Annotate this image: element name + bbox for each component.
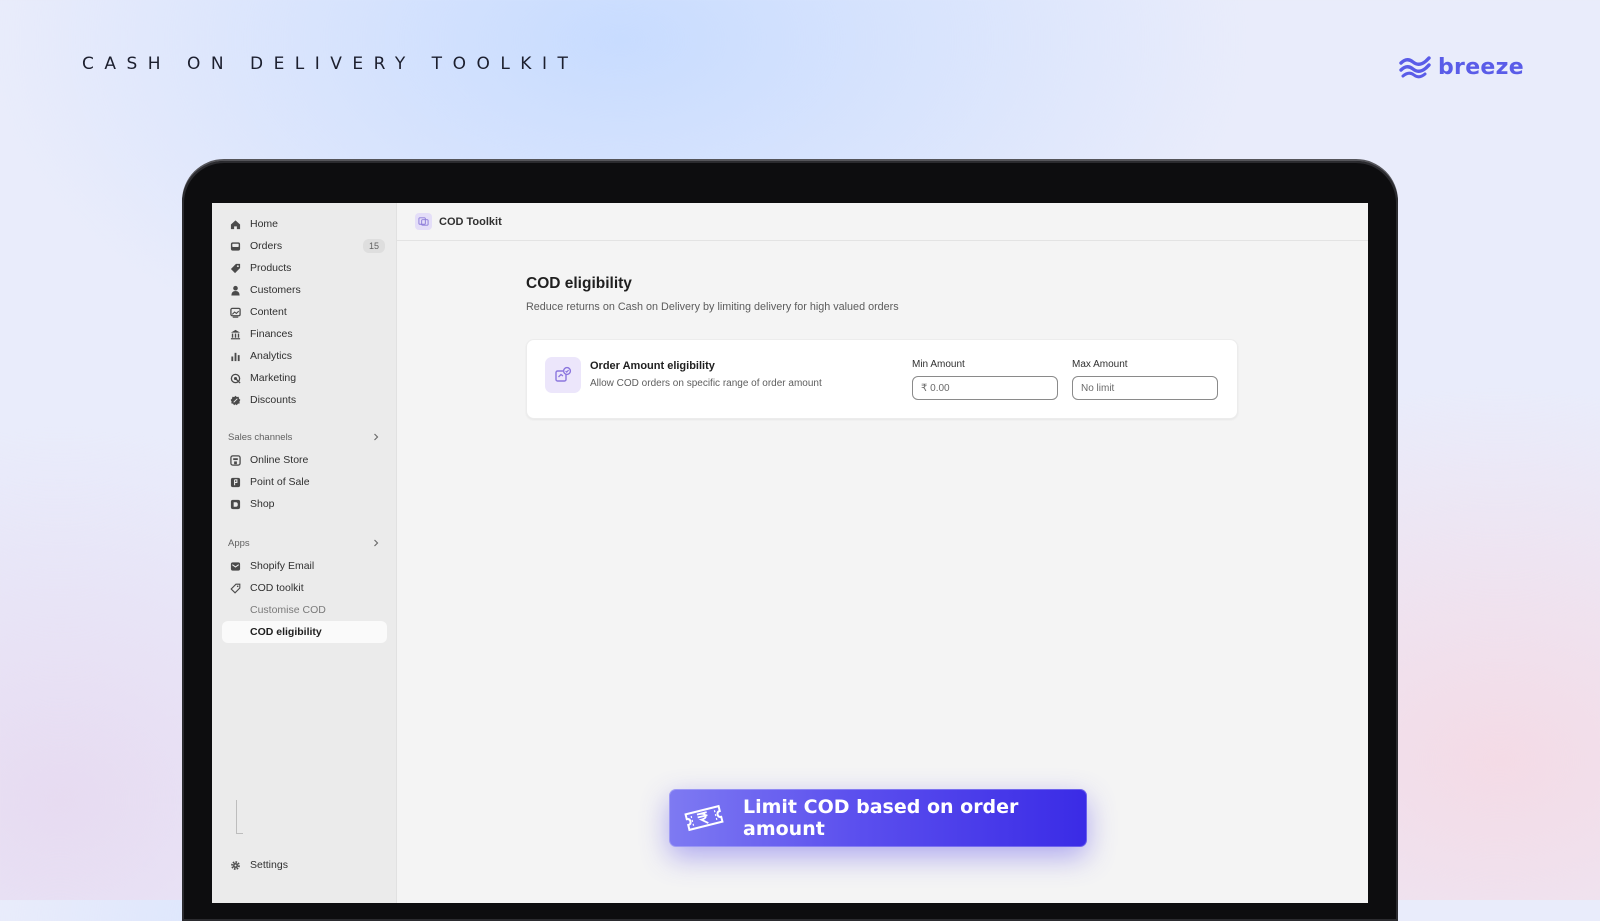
sidebar-item-orders[interactable]: Orders 15 xyxy=(222,235,387,257)
sidebar-item-label: Settings xyxy=(250,859,288,871)
cod-toolkit-app-icon xyxy=(415,213,432,230)
sales-channels-header[interactable]: Sales channels xyxy=(228,429,380,445)
page-subtitle: Reduce returns on Cash on Delivery by li… xyxy=(526,301,899,313)
shop-icon xyxy=(229,498,241,510)
sidebar-item-home[interactable]: Home xyxy=(222,213,387,235)
min-amount-label: Min Amount xyxy=(912,359,965,370)
brand-name: breeze xyxy=(1438,54,1524,80)
sidebar-item-analytics[interactable]: Analytics xyxy=(222,345,387,367)
sidebar-item-shop[interactable]: Shop xyxy=(222,493,387,515)
card-description: Allow COD orders on specific range of or… xyxy=(590,378,822,389)
chevron-right-icon xyxy=(374,539,379,547)
sidebar-subitem-customise-cod[interactable]: Customise COD xyxy=(222,599,387,621)
tree-connector-line xyxy=(236,800,237,834)
image-icon xyxy=(229,306,241,318)
sidebar-item-label: Shop xyxy=(250,498,275,510)
sidebar-subitem-label: Customise COD xyxy=(250,604,326,616)
promo-banner: Limit COD based on order amount xyxy=(669,789,1087,847)
page-title: COD eligibility xyxy=(526,275,632,292)
sidebar-item-online-store[interactable]: Online Store xyxy=(222,449,387,471)
headline: CASH ON DELIVERY TOOLKIT xyxy=(82,54,579,74)
wave-logo-icon xyxy=(1399,56,1431,79)
app-topbar: COD Toolkit xyxy=(397,203,1368,241)
pos-icon xyxy=(229,476,241,488)
sidebar-item-shopify-email[interactable]: Shopify Email xyxy=(222,555,387,577)
sidebar: Home Orders 15 Products Customers Conten… xyxy=(212,203,397,903)
sidebar-item-point-of-sale[interactable]: Point of Sale xyxy=(222,471,387,493)
sidebar-item-label: Marketing xyxy=(250,372,297,384)
sidebar-item-settings[interactable]: Settings xyxy=(222,854,387,876)
orders-count-badge: 15 xyxy=(362,239,385,253)
tag-outline-icon xyxy=(229,582,241,594)
sidebar-item-label: Discounts xyxy=(250,394,297,406)
sidebar-item-label: Online Store xyxy=(250,454,309,466)
sidebar-item-label: Customers xyxy=(250,284,301,296)
tree-connector-elbow xyxy=(236,833,243,834)
sidebar-item-products[interactable]: Products xyxy=(222,257,387,279)
discount-icon xyxy=(229,394,241,406)
rupee-ticket-icon xyxy=(683,801,725,835)
target-icon xyxy=(229,372,241,384)
sidebar-item-label: Point of Sale xyxy=(250,476,310,488)
order-amount-icon xyxy=(545,357,581,393)
person-icon xyxy=(229,284,241,296)
sidebar-item-label: Products xyxy=(250,262,292,274)
sidebar-item-label: Content xyxy=(250,306,287,318)
sidebar-item-label: Finances xyxy=(250,328,293,340)
sidebar-item-discounts[interactable]: Discounts xyxy=(222,389,387,411)
sidebar-item-label: Orders xyxy=(250,240,283,252)
topbar-title: COD Toolkit xyxy=(439,215,502,228)
apps-header[interactable]: Apps xyxy=(228,535,380,551)
min-amount-input[interactable]: ₹ 0.00 xyxy=(912,376,1058,400)
sales-channels-title: Sales channels xyxy=(228,431,293,443)
max-amount-input[interactable]: No limit xyxy=(1072,376,1218,400)
sidebar-item-label: Analytics xyxy=(250,350,293,362)
sidebar-item-cod-toolkit[interactable]: COD toolkit xyxy=(222,577,387,599)
gear-icon xyxy=(229,859,241,871)
sidebar-item-customers[interactable]: Customers xyxy=(222,279,387,301)
sidebar-item-finances[interactable]: Finances xyxy=(222,323,387,345)
sidebar-item-label: Shopify Email xyxy=(250,560,315,572)
home-icon xyxy=(229,218,241,230)
sidebar-subitem-cod-eligibility[interactable]: COD eligibility xyxy=(222,621,387,643)
card-title: Order Amount eligibility xyxy=(590,360,715,372)
store-icon xyxy=(229,454,241,466)
promo-banner-text: Limit COD based on order amount xyxy=(743,796,1019,840)
sidebar-item-label: COD toolkit xyxy=(250,582,304,594)
bar-chart-icon xyxy=(229,350,241,362)
sidebar-item-content[interactable]: Content xyxy=(222,301,387,323)
sidebar-item-marketing[interactable]: Marketing xyxy=(222,367,387,389)
inbox-icon xyxy=(229,240,241,252)
sidebar-item-label: Home xyxy=(250,218,279,230)
tag-icon xyxy=(229,262,241,274)
max-amount-label: Max Amount xyxy=(1072,359,1128,370)
order-amount-eligibility-card: Order Amount eligibility Allow COD order… xyxy=(526,339,1238,419)
sidebar-subitem-label: COD eligibility xyxy=(250,626,322,638)
bank-icon xyxy=(229,328,241,340)
email-icon xyxy=(229,560,241,572)
chevron-right-icon xyxy=(374,433,379,441)
apps-title: Apps xyxy=(228,537,250,549)
brand-logo: breeze xyxy=(1398,50,1524,84)
